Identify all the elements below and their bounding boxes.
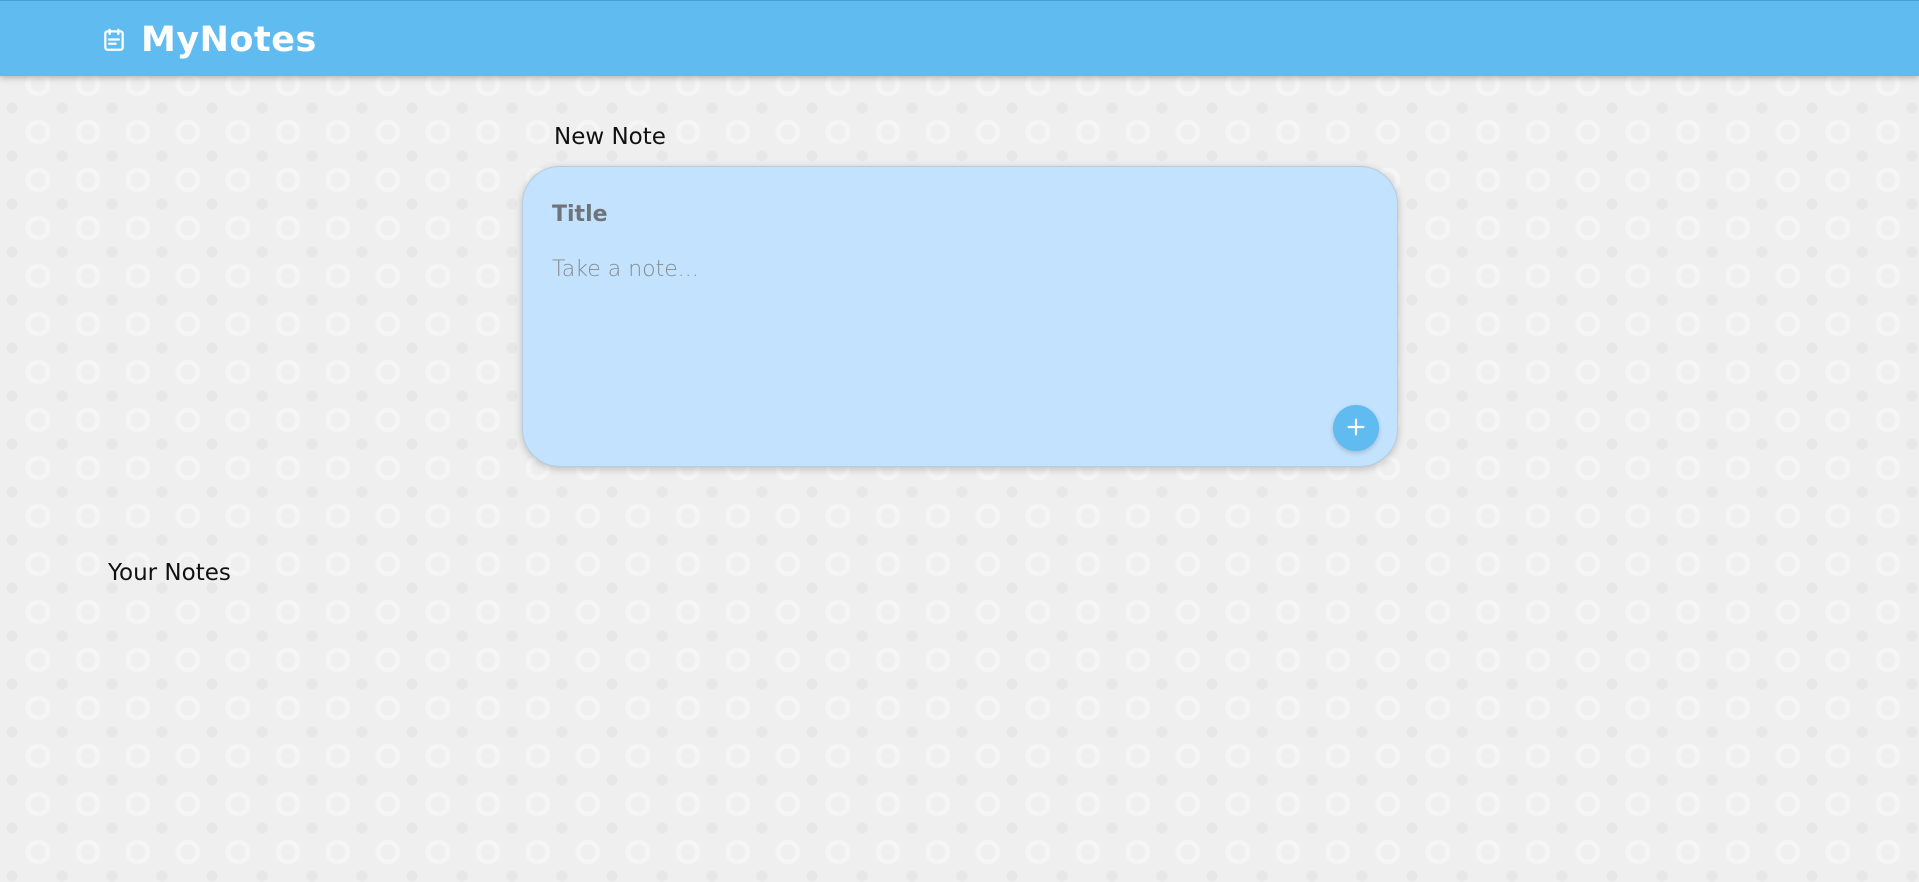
your-notes-heading: Your Notes (108, 560, 231, 586)
add-note-button[interactable] (1333, 405, 1379, 451)
app-header: MyNotes (0, 0, 1919, 76)
note-title-input[interactable] (552, 197, 1312, 231)
plus-icon (1345, 416, 1367, 441)
note-content-input[interactable] (552, 255, 1322, 405)
notes-calendar-icon (101, 25, 127, 55)
new-note-card (522, 166, 1398, 467)
app-title: MyNotes (141, 20, 317, 60)
brand: MyNotes (101, 20, 317, 60)
new-note-heading: New Note (554, 124, 666, 150)
